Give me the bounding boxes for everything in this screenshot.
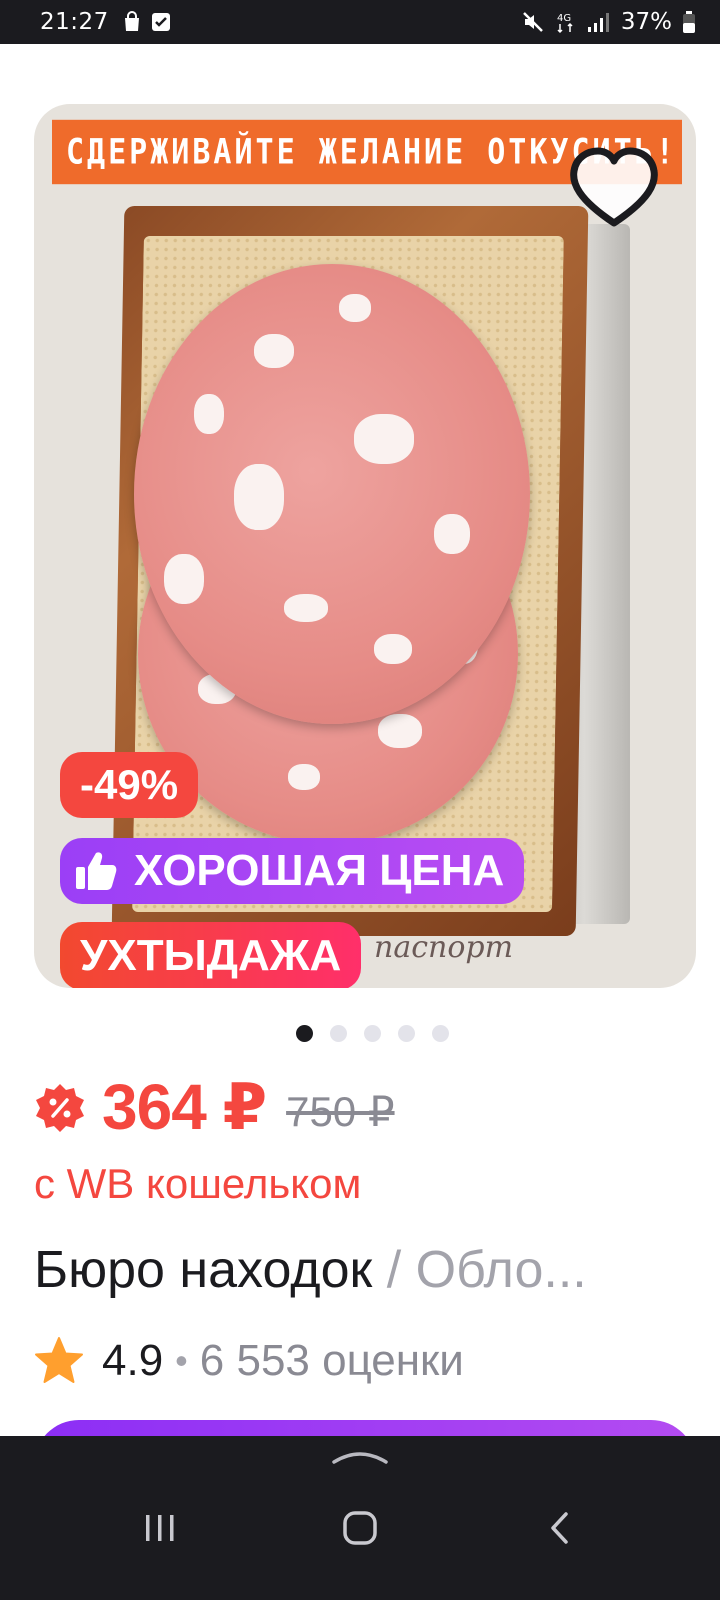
reviews-count: 6 553 оценки (199, 1336, 464, 1385)
price-row: 364 ₽ 750 ₽ (34, 1070, 395, 1145)
heart-icon (570, 147, 658, 227)
recent-apps-button[interactable] (130, 1498, 190, 1558)
title-separator: / (386, 1241, 402, 1299)
svg-text:4G: 4G (557, 13, 571, 24)
carousel-dot[interactable] (330, 1025, 347, 1042)
brand-name[interactable]: Бюро находок (34, 1241, 372, 1299)
product-image-carousel[interactable]: СДЕРЖИВАЙТЕ ЖЕЛАНИЕ ОТКУСИТЬ! паспорт -4… (34, 104, 696, 988)
thumbs-up-icon (74, 849, 118, 893)
promo-badge: УХТЫДАЖА (60, 922, 362, 988)
home-icon (343, 1511, 377, 1545)
discount-badge: -49% (60, 752, 199, 818)
chevron-up-icon[interactable] (330, 1446, 390, 1466)
star-icon (35, 1337, 83, 1383)
good-price-badge: ХОРОШАЯ ЦЕНА (60, 838, 525, 904)
wallet-discount-icon (36, 1083, 84, 1132)
carousel-dot[interactable] (296, 1025, 313, 1042)
recent-apps-icon (146, 1515, 174, 1541)
back-button[interactable] (530, 1498, 590, 1558)
battery-percent: 37% (620, 9, 672, 35)
status-time: 21:27 (40, 9, 109, 35)
carousel-dot[interactable] (364, 1025, 381, 1042)
rating-separator: • (175, 1340, 188, 1381)
signal-icon (587, 13, 609, 32)
old-price: 750 ₽ (286, 1088, 395, 1135)
checkbox-icon (151, 13, 170, 31)
carousel-indicator (296, 1025, 449, 1042)
battery-icon (683, 11, 695, 33)
product-title[interactable]: Бюро находок / Обло... (34, 1240, 684, 1300)
back-icon (551, 1512, 568, 1544)
rating-value: 4.9 (102, 1336, 164, 1385)
product-name: Обло... (415, 1241, 587, 1299)
wallet-note: с WB кошельком (34, 1160, 362, 1207)
passport-cover-text: паспорт (374, 930, 514, 965)
current-price: 364 ₽ (102, 1071, 267, 1143)
good-price-label: ХОРОШАЯ ЦЕНА (134, 846, 505, 895)
sausage-slice-graphic (134, 264, 530, 724)
rating-row[interactable]: 4.9 • 6 553 оценки (34, 1336, 464, 1386)
favorite-button[interactable] (566, 140, 662, 236)
shopping-bag-icon (124, 11, 139, 31)
carousel-dot[interactable] (432, 1025, 449, 1042)
status-bar: 21:27 4G 37% (0, 0, 720, 44)
mute-icon (522, 12, 543, 32)
network-icon: 4G (557, 13, 573, 34)
home-button[interactable] (330, 1498, 390, 1558)
carousel-dot[interactable] (398, 1025, 415, 1042)
